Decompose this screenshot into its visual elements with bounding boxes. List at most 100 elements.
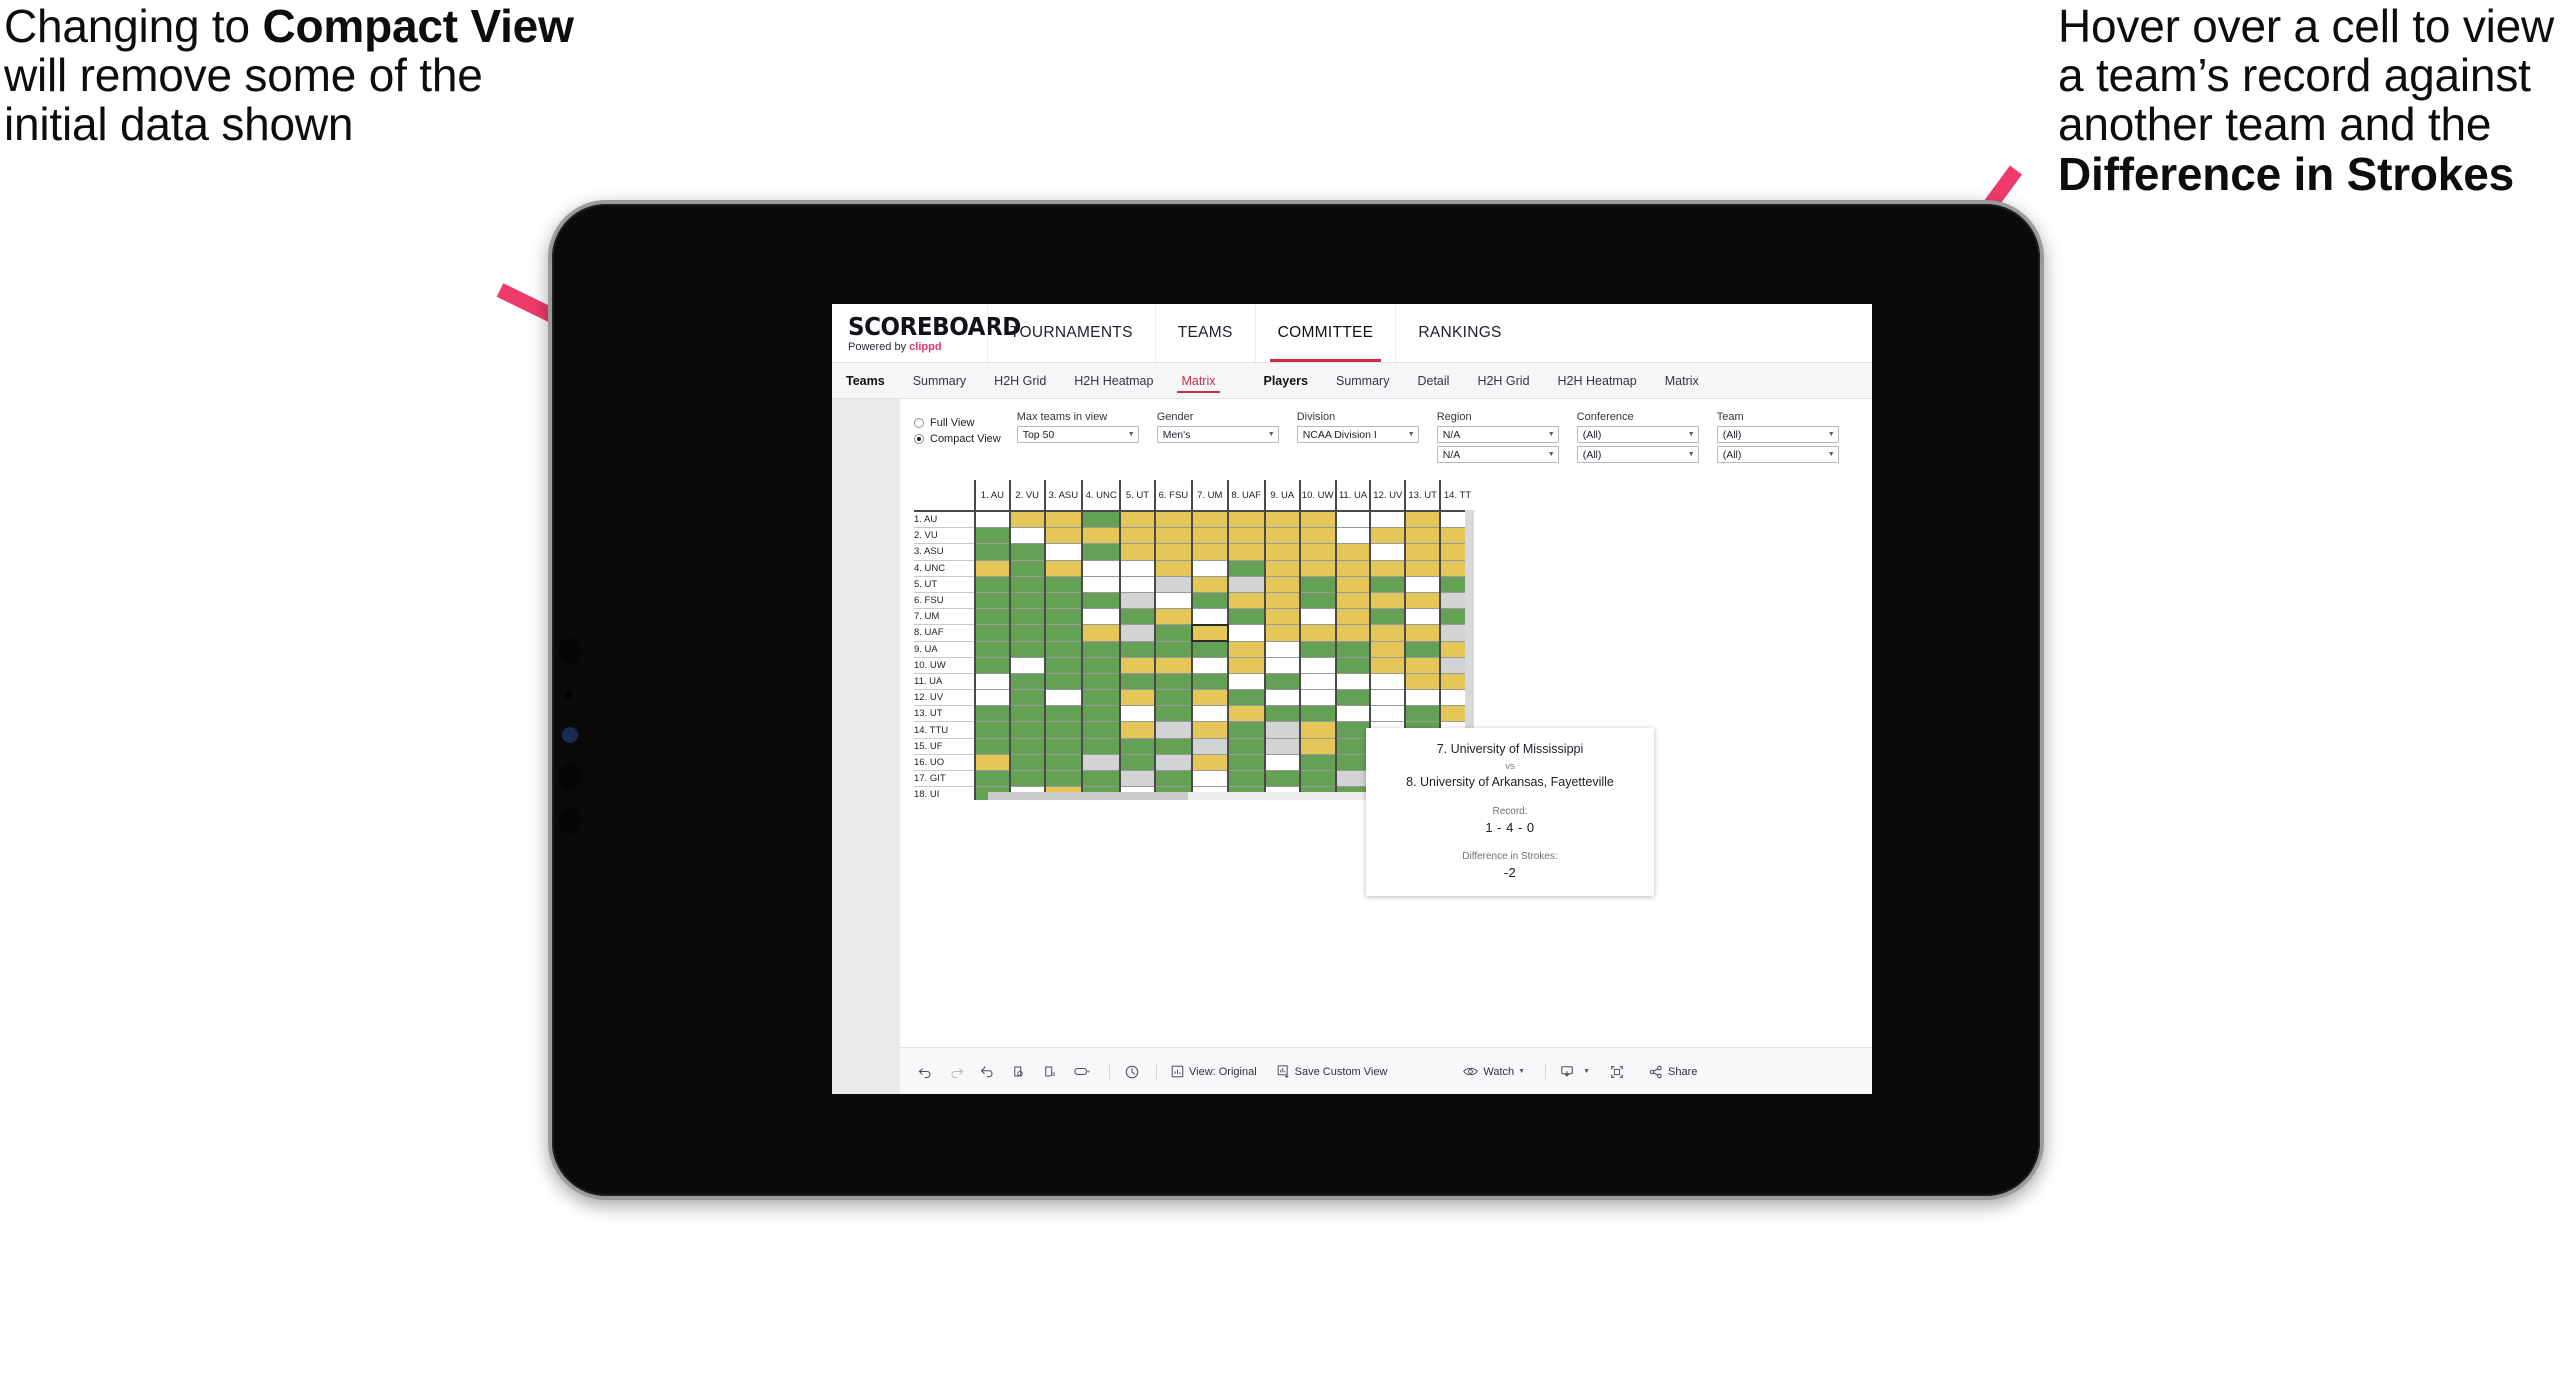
matrix-cell[interactable] [1191, 657, 1228, 674]
device-volume-up[interactable] [558, 764, 580, 790]
matrix-cell[interactable] [973, 738, 1010, 755]
matrix-cell[interactable] [1119, 641, 1155, 658]
matrix-cell[interactable] [1298, 592, 1336, 610]
matrix-cell[interactable] [973, 527, 1010, 545]
matrix-cell[interactable] [1043, 673, 1083, 691]
matrix-cell[interactable] [1334, 543, 1371, 561]
subnav-players-h2h-grid[interactable]: H2H Grid [1463, 363, 1543, 398]
matrix-cell[interactable] [1153, 576, 1193, 593]
matrix-cell[interactable] [1081, 721, 1121, 739]
matrix-cell[interactable] [1119, 543, 1155, 561]
matrix-cell[interactable] [1008, 673, 1045, 691]
matrix-cell[interactable] [1191, 641, 1228, 658]
matrix-cell[interactable] [1404, 527, 1441, 545]
matrix-cell[interactable] [1334, 705, 1371, 723]
matrix-cell[interactable] [1263, 770, 1300, 788]
download-button[interactable]: ▼ [1560, 1065, 1590, 1079]
matrix-cell[interactable] [1008, 657, 1045, 674]
matrix-cell[interactable] [1153, 673, 1193, 691]
matrix-cell[interactable] [1153, 608, 1193, 626]
matrix-cell[interactable] [1119, 511, 1155, 529]
matrix-cell[interactable] [1298, 754, 1336, 772]
revert-icon[interactable] [980, 1064, 995, 1079]
matrix-cell[interactable] [1226, 689, 1265, 707]
view-original-button[interactable]: View: Original [1171, 1065, 1257, 1078]
matrix-cell[interactable] [1008, 576, 1045, 593]
matrix-cell[interactable] [1081, 624, 1121, 642]
matrix-cell[interactable] [1191, 608, 1228, 626]
matrix-cell[interactable] [1369, 543, 1406, 561]
matrix-cell[interactable] [1081, 608, 1121, 626]
matrix-cell[interactable] [1081, 511, 1121, 529]
matrix-cell[interactable] [1369, 689, 1406, 707]
matrix-cell[interactable] [1081, 576, 1121, 593]
matrix-cell[interactable] [1119, 560, 1155, 577]
matrix-cell[interactable] [1043, 576, 1083, 593]
matrix-cell[interactable] [1119, 576, 1155, 593]
matrix-cell[interactable] [1043, 527, 1083, 545]
matrix-cell[interactable] [1081, 657, 1121, 674]
matrix-cell[interactable] [1191, 673, 1228, 691]
matrix-cell[interactable] [1226, 770, 1265, 788]
matrix-cell[interactable] [1334, 641, 1371, 658]
matrix-cell[interactable] [1226, 511, 1265, 529]
matrix-cell[interactable] [1153, 657, 1193, 674]
matrix-cell[interactable] [973, 754, 1010, 772]
matrix-cell[interactable] [1226, 705, 1265, 723]
matrix-cell[interactable] [1298, 738, 1336, 755]
matrix-cell[interactable] [1298, 624, 1336, 642]
matrix-cell[interactable] [1119, 738, 1155, 755]
matrix-cell[interactable] [1369, 673, 1406, 691]
filter-region-select-1[interactable]: N/A ▼ [1436, 426, 1559, 443]
matrix-cell[interactable] [1119, 754, 1155, 772]
matrix-cell[interactable] [1263, 576, 1300, 593]
history-icon[interactable] [1124, 1064, 1140, 1080]
matrix-cell[interactable] [1334, 511, 1371, 529]
undo-icon[interactable] [918, 1064, 933, 1079]
matrix-cell[interactable] [1043, 705, 1083, 723]
matrix-cell[interactable] [1263, 657, 1300, 674]
matrix-cell[interactable] [1404, 543, 1441, 561]
matrix-cell[interactable] [1226, 608, 1265, 626]
matrix-cell[interactable] [1043, 624, 1083, 642]
matrix-cell[interactable] [1081, 738, 1121, 755]
matrix-cell[interactable] [1226, 624, 1265, 642]
matrix-cell[interactable] [1008, 543, 1045, 561]
matrix-cell[interactable] [1153, 560, 1193, 577]
matrix-cell[interactable] [1043, 721, 1083, 739]
matrix-cell[interactable] [1043, 754, 1083, 772]
matrix-cell[interactable] [1008, 511, 1045, 529]
subnav-teams-h2h-grid[interactable]: H2H Grid [980, 363, 1060, 398]
matrix-cell[interactable] [1404, 673, 1441, 691]
matrix-cell[interactable] [1153, 527, 1193, 545]
matrix-cell[interactable] [1226, 721, 1265, 739]
matrix-cell[interactable] [1153, 543, 1193, 561]
radio-full-view[interactable]: Full View [914, 417, 1001, 429]
matrix-cell[interactable] [1263, 721, 1300, 739]
topnav-committee[interactable]: COMMITTEE [1254, 304, 1396, 362]
matrix-cell[interactable] [1226, 560, 1265, 577]
matrix-cell[interactable] [1191, 705, 1228, 723]
matrix-cell[interactable] [1119, 705, 1155, 723]
matrix-cell[interactable] [1008, 608, 1045, 626]
subnav-players-summary[interactable]: Summary [1322, 363, 1403, 398]
matrix-cell[interactable] [1298, 705, 1336, 723]
matrix-cell[interactable] [1191, 738, 1228, 755]
matrix-cell[interactable] [1369, 705, 1406, 723]
matrix-cell[interactable] [1263, 608, 1300, 626]
matrix-cell[interactable] [1119, 608, 1155, 626]
matrix-cell[interactable] [973, 543, 1010, 561]
matrix-cell[interactable] [1226, 673, 1265, 691]
matrix-cell[interactable] [1119, 673, 1155, 691]
matrix-cell[interactable] [1369, 608, 1406, 626]
matrix-cell[interactable] [1298, 641, 1336, 658]
matrix-cell[interactable] [1043, 608, 1083, 626]
matrix-cell[interactable] [1153, 721, 1193, 739]
matrix-cell[interactable] [1008, 705, 1045, 723]
subnav-teams-matrix[interactable]: Matrix [1167, 363, 1229, 398]
matrix-cell[interactable] [1043, 770, 1083, 788]
matrix-cell[interactable] [1153, 689, 1193, 707]
matrix-cell[interactable] [1263, 641, 1300, 658]
subnav-teams-summary[interactable]: Summary [899, 363, 980, 398]
matrix-cell[interactable] [1153, 754, 1193, 772]
